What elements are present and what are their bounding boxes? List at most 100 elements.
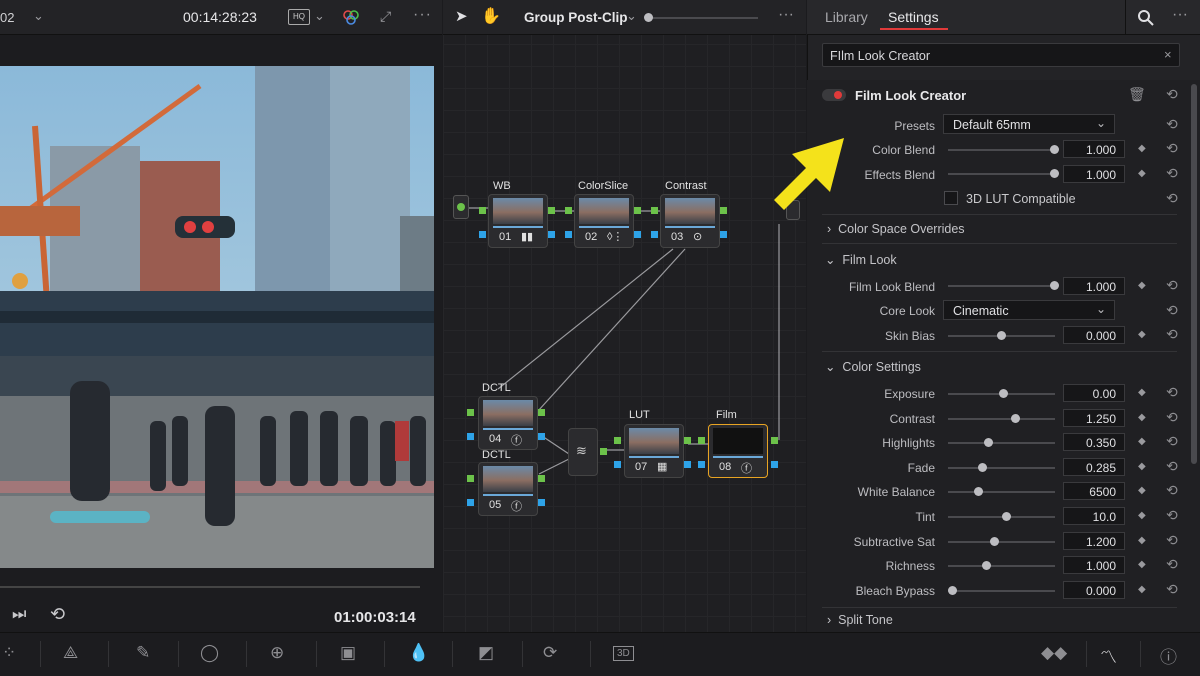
node-wb[interactable]: 01 ▮▮ <box>488 194 548 248</box>
keyframe-icon[interactable]: ◆ <box>1138 461 1146 472</box>
subtractive-sat-value[interactable]: 1.200 <box>1063 532 1125 550</box>
reset-icon[interactable]: ⟲ <box>1166 86 1178 103</box>
reset-icon[interactable]: ⟲ <box>1166 556 1178 573</box>
color-warper-icon[interactable]: ⟁ <box>63 643 78 663</box>
white-balance-slider[interactable] <box>948 487 1055 496</box>
keyframe-icon[interactable]: ◆ <box>1138 559 1146 570</box>
white-balance-value[interactable]: 6500 <box>1063 482 1125 500</box>
reset-icon[interactable]: ⟲ <box>1166 581 1178 598</box>
keyframe-icon[interactable]: ◆ <box>1138 485 1146 496</box>
3d-icon[interactable]: 3D <box>613 646 634 661</box>
slider-knob[interactable] <box>978 463 987 472</box>
subtractive-sat-slider[interactable] <box>948 537 1055 546</box>
info-icon[interactable]: ⓘ <box>1160 643 1177 668</box>
reset-icon[interactable]: ⟲ <box>1166 384 1178 401</box>
panel-scrollbar[interactable] <box>1191 84 1197 464</box>
bleach-bypass-value[interactable]: 0.000 <box>1063 581 1125 599</box>
hq-icon[interactable]: HQ <box>288 9 310 25</box>
window-icon[interactable]: ◯ <box>200 643 219 663</box>
skip-forward-icon[interactable]: ⏭ <box>12 606 26 624</box>
more-options-icon[interactable]: ··· <box>413 6 432 24</box>
keyframe-icon[interactable]: ◆ <box>1138 329 1146 340</box>
node-film[interactable]: 08 ⓕ <box>708 424 768 478</box>
qualifier-icon[interactable]: ✎ <box>136 643 150 663</box>
node-dctl-05[interactable]: 05 ⓕ <box>478 462 538 516</box>
film-look-blend-value[interactable]: 1.000 <box>1063 277 1125 295</box>
section-split-tone[interactable]: › Split Tone <box>827 613 893 627</box>
more-options-icon[interactable]: ··· <box>778 6 794 24</box>
slider-knob[interactable] <box>1002 512 1011 521</box>
reset-icon[interactable]: ⟲ <box>1166 482 1178 499</box>
keyframe-icon[interactable]: ◆ <box>1138 535 1146 546</box>
color-blend-value[interactable]: 1.000 <box>1063 140 1125 158</box>
reset-icon[interactable]: ⟲ <box>1166 165 1178 182</box>
search-input[interactable]: FIlm Look Creator <box>830 49 930 63</box>
slider-knob[interactable] <box>997 331 1006 340</box>
keyframe-icon[interactable]: ◆ <box>1138 510 1146 521</box>
zoom-slider[interactable] <box>644 13 758 22</box>
more-options-icon[interactable]: ··· <box>1172 6 1188 24</box>
reset-icon[interactable]: ⟲ <box>1166 409 1178 426</box>
clear-search-icon[interactable]: × <box>1164 47 1172 62</box>
color-wheel-icon[interactable] <box>342 9 360 27</box>
richness-slider[interactable] <box>948 561 1055 570</box>
tracker-icon[interactable]: ⊕ <box>270 643 284 663</box>
film-look-blend-slider[interactable] <box>948 281 1059 290</box>
section-film-look[interactable]: ⌄ Film Look <box>825 252 897 267</box>
search-icon[interactable] <box>1137 9 1155 27</box>
keyframe-icon[interactable]: ◆ <box>1138 168 1146 179</box>
effects-blend-slider[interactable] <box>948 169 1059 178</box>
blur-icon[interactable]: 💧 <box>408 643 429 663</box>
node-mode-select[interactable]: Group Post-Clip <box>524 10 628 25</box>
node-contrast[interactable]: 03 ⊙ <box>660 194 720 248</box>
section-color-settings[interactable]: ⌄ Color Settings <box>825 359 921 374</box>
hand-icon[interactable]: ✋ <box>481 6 501 26</box>
core-look-dropdown[interactable]: Cinematic ⌄ <box>943 300 1115 320</box>
presets-dropdown[interactable]: Default 65mm ⌄ <box>943 114 1115 134</box>
reset-icon[interactable]: ⟲ <box>1166 326 1178 343</box>
chevron-down-icon[interactable]: ⌄ <box>626 8 637 24</box>
slider-knob[interactable] <box>1050 281 1059 290</box>
keyframe-icon[interactable]: ◆ <box>1138 143 1146 154</box>
contrast-slider[interactable] <box>948 414 1055 423</box>
search-field[interactable]: FIlm Look Creator × <box>822 43 1180 67</box>
slider-knob[interactable] <box>1011 414 1020 423</box>
fullscreen-icon[interactable]: ⤢ <box>380 8 391 25</box>
lut-compatible-checkbox[interactable] <box>944 191 958 205</box>
sizing-icon[interactable]: ⟳ <box>543 643 557 663</box>
keyframe-icon[interactable]: ◆ <box>1138 280 1146 291</box>
reset-icon[interactable]: ⟲ <box>1166 458 1178 475</box>
tint-value[interactable]: 10.0 <box>1063 507 1125 525</box>
highlights-slider[interactable] <box>948 438 1055 447</box>
reset-icon[interactable]: ⟲ <box>1166 302 1178 319</box>
reset-icon[interactable]: ⟲ <box>1166 140 1178 157</box>
exposure-value[interactable]: 0.00 <box>1063 384 1125 402</box>
layer-mixer-node[interactable]: ≋ <box>568 428 598 476</box>
trash-icon[interactable]: 🗑 <box>1128 86 1146 103</box>
bleach-bypass-slider[interactable] <box>948 586 1055 595</box>
zoom-slider-knob[interactable] <box>644 13 653 22</box>
slider-knob[interactable] <box>1050 145 1059 154</box>
node-input-anchor[interactable] <box>453 195 469 219</box>
fade-slider[interactable] <box>948 463 1055 472</box>
reset-icon[interactable]: ⟲ <box>1166 116 1178 133</box>
keyframe-icon[interactable]: ◆ <box>1138 436 1146 447</box>
tab-settings[interactable]: Settings <box>888 9 939 25</box>
slider-knob[interactable] <box>999 389 1008 398</box>
dots-grid-icon[interactable]: ⁘ <box>2 643 16 663</box>
node-colorslice[interactable]: 02 ◊⋮ <box>574 194 634 248</box>
fade-value[interactable]: 0.285 <box>1063 458 1125 476</box>
reset-icon[interactable]: ⟲ <box>1166 532 1178 549</box>
richness-value[interactable]: 1.000 <box>1063 556 1125 574</box>
tint-slider[interactable] <box>948 512 1055 521</box>
reset-icon[interactable]: ⟲ <box>1166 507 1178 524</box>
reset-icon[interactable]: ⟲ <box>1166 277 1178 294</box>
slider-knob[interactable] <box>990 537 999 546</box>
slider-knob[interactable] <box>974 487 983 496</box>
node-dctl-04[interactable]: 04 ⓕ <box>478 396 538 450</box>
slider-knob[interactable] <box>948 586 957 595</box>
highlights-value[interactable]: 0.350 <box>1063 433 1125 451</box>
effect-enable-toggle[interactable] <box>822 89 846 101</box>
scopes-icon[interactable]: 〽 <box>1100 643 1117 668</box>
keyframe-icon[interactable]: ◆ <box>1138 584 1146 595</box>
